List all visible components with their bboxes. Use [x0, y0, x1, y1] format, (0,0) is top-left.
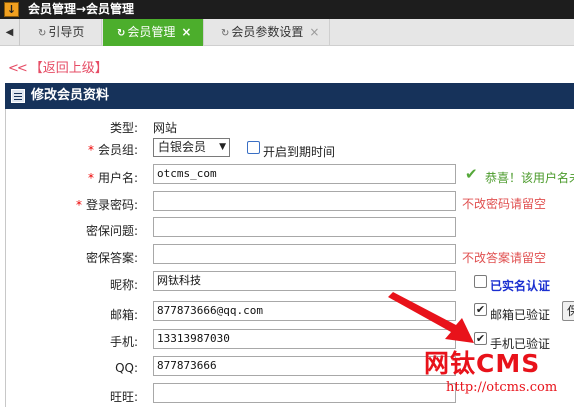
password-label: * 登录密码: [75, 198, 138, 212]
security-answer-label: 密保答案: [85, 251, 138, 265]
required-mark: * [87, 171, 94, 185]
type-label: 类型: [109, 121, 138, 135]
watermark-url: http://otcms.com [446, 380, 558, 395]
username-input[interactable]: otcms_com [153, 164, 456, 184]
qq-label: QQ: [115, 361, 138, 375]
chevron-down-icon: ▼ [219, 142, 226, 152]
security-question-input[interactable] [153, 217, 456, 237]
member-group-value: 白银会员 [158, 140, 207, 154]
tab-member-management[interactable]: ↻ 会员管理 × [103, 19, 204, 46]
email-input[interactable]: 877873666@qq.com [153, 301, 456, 321]
refresh-icon: ↻ [38, 28, 47, 39]
download-arrow-icon: ↓ [4, 2, 19, 17]
tab-label: 引导页 [48, 25, 85, 39]
title-bar: ↓ 会员管理→会员管理 [0, 0, 574, 19]
username-label: * 用户名: [87, 171, 138, 185]
phone-input[interactable]: 13313987030 [153, 329, 456, 349]
close-icon[interactable]: × [181, 19, 191, 46]
expiry-checkbox[interactable] [247, 141, 260, 154]
security-question-label: 密保问题: [85, 224, 138, 238]
close-icon[interactable]: × [309, 19, 319, 46]
expiry-label: 开启到期时间 [263, 145, 336, 159]
real-name-label: 已实名认证 [490, 279, 551, 293]
refresh-icon: ↻ [221, 28, 230, 39]
email-verified-checkbox[interactable]: ✔ [474, 303, 487, 316]
security-answer-input[interactable] [153, 244, 456, 264]
required-mark: * [87, 143, 94, 157]
qq-input[interactable]: 877873666 [153, 356, 456, 376]
tab-member-params[interactable]: ↻ 会员参数设置 × [205, 19, 330, 46]
list-icon [11, 89, 25, 103]
type-value: 网站 [153, 121, 178, 135]
member-group-label: * 会员组: [87, 143, 138, 157]
panel-title: 修改会员资料 [31, 88, 110, 103]
back-link-label: 【返回上级】 [29, 61, 108, 76]
tab-scroll-left-button[interactable]: ◀ [0, 19, 20, 46]
tab-bar: ◀ ↻ 引导页 ↻ 会员管理 × ↻ 会员参数设置 × [0, 19, 574, 46]
refresh-icon: ↻ [117, 28, 126, 39]
window-title: 会员管理→会员管理 [28, 2, 135, 16]
phone-label: 手机: [109, 335, 138, 349]
nickname-label: 昵称: [109, 278, 138, 292]
checkmark-icon: ✔ [465, 165, 478, 183]
back-link[interactable]: << 【返回上级】 [8, 57, 108, 76]
tab-label: 会员参数设置 [231, 25, 304, 39]
wangwang-label: 旺旺: [109, 390, 138, 404]
email-label: 邮箱: [109, 308, 138, 322]
required-mark: * [75, 198, 82, 212]
watermark-title: 网钛CMS [424, 349, 541, 378]
username-available-text: 恭喜！该用户名未 [485, 171, 574, 185]
password-input[interactable] [153, 191, 456, 211]
tab-label: 会员管理 [127, 25, 176, 39]
panel-header: 修改会员资料 [5, 83, 574, 109]
email-verified-label: 邮箱已验证 [490, 308, 551, 322]
real-name-checkbox[interactable] [474, 275, 487, 288]
password-hint: 不改密码请留空 [462, 197, 547, 211]
member-group-select[interactable]: 白银会员 ▼ [153, 138, 230, 157]
double-chevron-left-icon: << [8, 61, 28, 76]
tab-guide[interactable]: ↻ 引导页 [20, 19, 102, 46]
side-button[interactable]: 保 [562, 301, 574, 321]
wangwang-input[interactable] [153, 383, 456, 403]
nickname-input[interactable]: 网钛科技 [153, 271, 456, 291]
answer-hint: 不改答案请留空 [462, 251, 547, 265]
